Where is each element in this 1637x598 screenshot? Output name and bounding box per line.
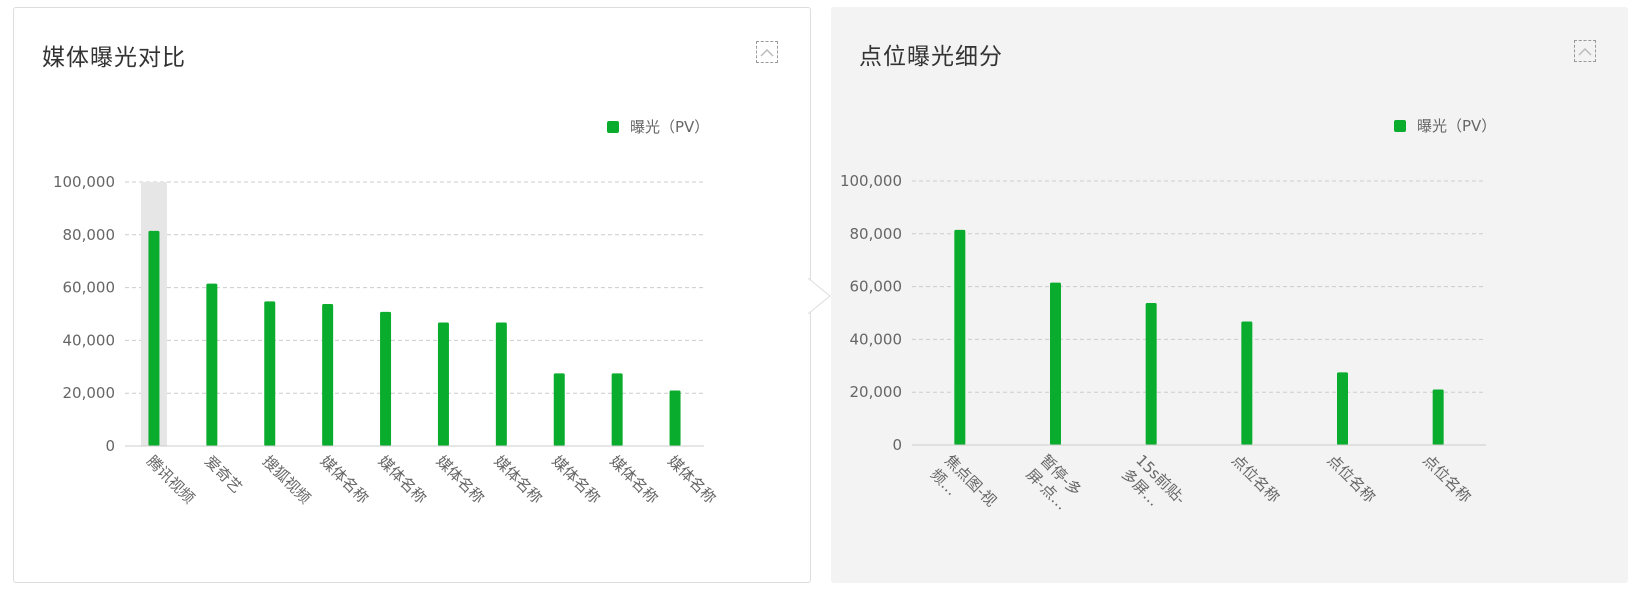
bar [611,373,623,446]
bar [1337,372,1348,445]
bar [148,230,160,446]
x-category-label: 焦点图-视频… [927,451,1000,524]
y-tick-label: 60,000 [63,279,116,297]
y-tick-label: 0 [105,437,115,455]
bar [380,311,392,446]
x-category-label: 媒体名称 [491,452,546,507]
y-tick-label: 100,000 [53,173,115,191]
bar [1241,321,1253,445]
bar [206,283,218,446]
y-tick-label: 40,000 [63,331,116,349]
x-category-label: 爱奇艺 [201,452,246,497]
x-category-label: 点位名称 [1228,451,1283,506]
y-tick-label: 40,000 [850,330,903,348]
placement-exposure-panel: 点位曝光细分 0 20,000 40,000 60,000 80,000 100,000 焦… [831,7,1628,583]
x-category-label: 媒体名称 [548,452,603,507]
placement-exposure-bar-chart: 0 20,000 40,000 60,000 80,000 100,000 焦点图-视频… 暂… [840,117,1496,524]
x-category-label: 腾讯视频 [143,452,198,507]
x-category-label: 媒体名称 [606,452,661,507]
bar [322,303,334,446]
x-category-label: 媒体名称 [433,452,488,507]
media-exposure-panel: 媒体曝光对比 0 20,000 40,000 60,000 80,000 100,000 腾… [13,7,811,583]
x-category-label: 媒体名称 [317,452,372,507]
x-category-label: 点位名称 [1419,451,1474,506]
legend-swatch [607,121,619,133]
y-tick-label: 80,000 [850,225,903,243]
bar [495,322,507,446]
bar [1432,389,1444,445]
x-category-label: 媒体名称 [664,452,719,507]
y-tick-label: 20,000 [63,384,116,402]
legend-swatch [1394,120,1406,132]
x-category-label: 搜狐视频 [259,452,314,507]
x-category-label: 媒体名称 [375,452,430,507]
y-tick-label: 0 [892,436,902,454]
bar [1145,302,1157,445]
bar [954,229,966,445]
x-category-label: 暂停-多屏-点… [1023,451,1086,514]
bar [553,373,565,446]
bar [264,301,276,446]
panel-connector-arrow [808,278,831,314]
bar [669,390,681,446]
y-tick-label: 100,000 [840,172,902,190]
bar [1050,282,1061,445]
legend-label: 曝光（PV） [630,118,709,136]
y-tick-label: 80,000 [63,226,116,244]
bar [437,322,449,446]
y-tick-label: 60,000 [850,278,903,296]
x-category-label: 15s前贴-多屏… [1118,451,1189,522]
x-category-label: 点位名称 [1324,451,1379,506]
y-tick-label: 20,000 [850,383,903,401]
legend-label: 曝光（PV） [1417,117,1496,135]
media-exposure-bar-chart: 0 20,000 40,000 60,000 80,000 100,000 腾讯视频 爱奇艺搜… [53,118,719,507]
